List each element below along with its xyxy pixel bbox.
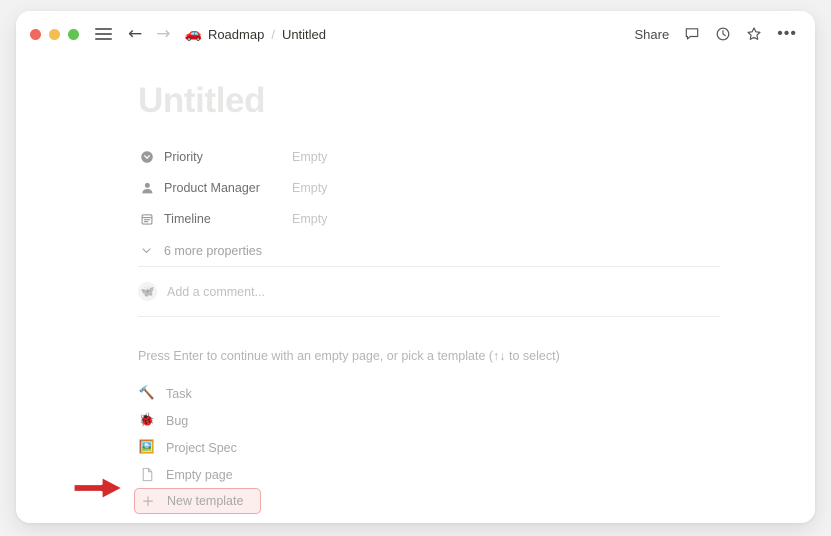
- property-name: Product Manager: [164, 180, 260, 195]
- more-properties-label: 6 more properties: [164, 243, 262, 258]
- breadcrumb-separator: /: [271, 26, 275, 42]
- close-button[interactable]: [30, 28, 41, 40]
- titlebar-actions: Share •••: [634, 26, 797, 42]
- car-icon: 🚗: [184, 26, 202, 42]
- screenshot-stage: ← → 🚗 Roadmap / Untitled Share ••• Untit…: [0, 0, 831, 536]
- template-label: Bug: [166, 413, 189, 428]
- new-template-button[interactable]: + New template: [134, 488, 261, 514]
- template-item-empty-page[interactable]: Empty page: [135, 461, 720, 488]
- template-item-bug[interactable]: 🐞 Bug: [135, 407, 720, 434]
- comment-placeholder: Add a comment...: [167, 284, 265, 299]
- chevron-down-icon: [138, 242, 155, 259]
- select-icon: [138, 148, 155, 165]
- ellipsis-icon[interactable]: •••: [777, 26, 797, 42]
- page-title[interactable]: Untitled: [122, 57, 720, 121]
- property-name: Priority: [164, 149, 203, 164]
- property-value[interactable]: Empty: [292, 181, 327, 195]
- hammer-icon: 🔨: [138, 386, 156, 401]
- calendar-icon: [138, 210, 155, 227]
- app-window: ← → 🚗 Roadmap / Untitled Share ••• Untit…: [16, 11, 815, 523]
- page-content: Untitled Priority Empty Product Manager …: [122, 57, 720, 514]
- avatar: 🦋: [138, 282, 157, 301]
- template-prompt: Press Enter to continue with an empty pa…: [138, 349, 560, 363]
- maximize-button[interactable]: [68, 28, 79, 40]
- property-value[interactable]: Empty: [292, 212, 327, 226]
- comment-icon[interactable]: [684, 26, 700, 42]
- minimize-button[interactable]: [49, 28, 60, 40]
- butterfly-icon: 🦋: [140, 285, 155, 298]
- property-list: Priority Empty Product Manager Empty Tim…: [122, 141, 720, 266]
- new-template-label: New template: [167, 494, 244, 508]
- property-name: Timeline: [164, 211, 211, 226]
- property-row-timeline[interactable]: Timeline Empty: [138, 203, 720, 234]
- window-traffic-lights: [30, 28, 79, 40]
- ladybug-icon: 🐞: [138, 413, 156, 428]
- more-properties-toggle[interactable]: 6 more properties: [138, 235, 720, 266]
- arrow-right-icon[interactable]: →: [156, 25, 170, 43]
- template-label: Task: [166, 386, 192, 401]
- clock-icon[interactable]: [715, 26, 731, 42]
- template-item-task[interactable]: 🔨 Task: [135, 380, 720, 407]
- arrow-left-icon[interactable]: ←: [128, 25, 142, 43]
- divider-bottom: [138, 316, 720, 317]
- picture-icon: 🖼️: [138, 440, 156, 455]
- property-row-priority[interactable]: Priority Empty: [138, 141, 720, 172]
- person-icon: [138, 179, 155, 196]
- hamburger-icon[interactable]: [95, 25, 112, 42]
- template-label: Project Spec: [166, 440, 237, 455]
- plus-icon: +: [141, 491, 155, 510]
- page-body: Untitled Priority Empty Product Manager …: [16, 57, 815, 523]
- template-label: Empty page: [166, 467, 233, 482]
- template-list: 🔨 Task 🐞 Bug 🖼️ Project Spec Empty page …: [122, 380, 720, 514]
- share-button[interactable]: Share: [634, 27, 669, 42]
- property-row-product-manager[interactable]: Product Manager Empty: [138, 172, 720, 203]
- property-value[interactable]: Empty: [292, 150, 327, 164]
- breadcrumb-current[interactable]: Untitled: [282, 27, 326, 42]
- star-icon[interactable]: [746, 26, 762, 42]
- template-item-project-spec[interactable]: 🖼️ Project Spec: [135, 434, 720, 461]
- add-comment-row[interactable]: 🦋 Add a comment...: [122, 267, 720, 316]
- title-bar: ← → 🚗 Roadmap / Untitled Share •••: [16, 11, 815, 57]
- document-icon: [138, 466, 156, 484]
- breadcrumb-parent[interactable]: Roadmap: [208, 27, 264, 42]
- breadcrumb: 🚗 Roadmap / Untitled: [185, 27, 327, 42]
